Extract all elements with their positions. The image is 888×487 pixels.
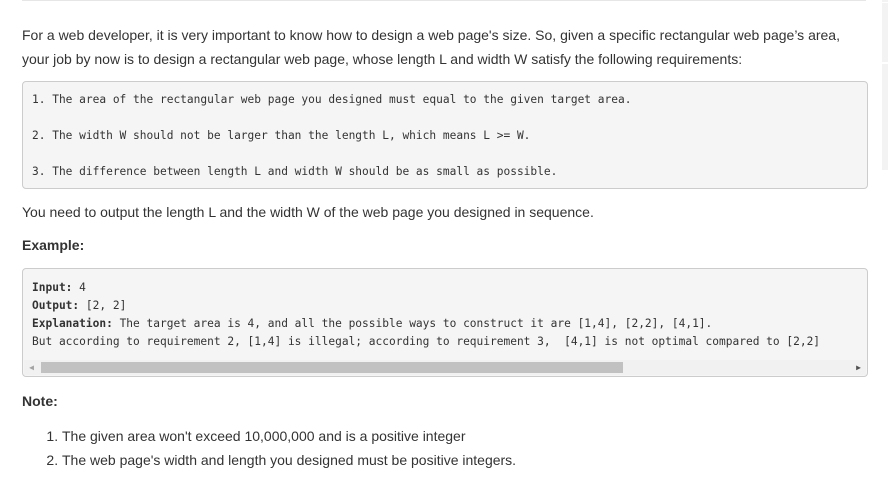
example-output-line: Output: [2, 2] xyxy=(32,297,126,315)
output-instruction: You need to output the length L and the … xyxy=(22,204,594,220)
requirement-2: 2. The width W should not be larger than… xyxy=(32,129,531,142)
requirement-3: 3. The difference between length L and w… xyxy=(32,165,558,178)
note-item: The web page's width and length you desi… xyxy=(62,448,868,472)
intro-line-1: For a web developer, it is very importan… xyxy=(22,27,840,43)
notes-list: The given area won't exceed 10,000,000 a… xyxy=(22,424,868,472)
problem-description: For a web developer, it is very importan… xyxy=(22,23,868,472)
note-heading: Note: xyxy=(22,393,58,409)
requirements-block: 1. The area of the rectangular web page … xyxy=(22,81,868,189)
example-explanation-continued: But according to requirement 2, [1,4] is… xyxy=(32,335,821,348)
requirement-1: 1. The area of the rectangular web page … xyxy=(32,93,632,106)
intro-paragraph: For a web developer, it is very importan… xyxy=(22,23,868,71)
example-explanation-line: Explanation: The target area is 4, and a… xyxy=(32,315,712,333)
horizontal-scrollbar[interactable]: ◀ ▶ xyxy=(24,360,866,375)
right-rail xyxy=(882,0,888,487)
intro-line-2: your job by now is to design a rectangul… xyxy=(22,51,743,67)
output-value: [2, 2] xyxy=(79,299,127,312)
note-item: The given area won't exceed 10,000,000 a… xyxy=(62,424,868,448)
example-code-block[interactable]: Input: 4 Output: [2, 2] Explanation: The t… xyxy=(22,268,868,377)
input-label: Input: xyxy=(32,281,73,294)
scroll-left-arrow-icon[interactable]: ◀ xyxy=(24,360,39,375)
example-heading: Example: xyxy=(22,237,85,253)
example-input-line: Input: 4 xyxy=(32,279,86,297)
input-value: 4 xyxy=(72,281,86,294)
explanation-label: Explanation: xyxy=(32,317,113,330)
rail-segment xyxy=(882,0,888,2)
explanation-value: The target area is 4, and all the possib… xyxy=(112,317,713,330)
output-label: Output: xyxy=(32,299,80,312)
scroll-thumb[interactable] xyxy=(41,362,623,373)
rail-segment xyxy=(882,64,888,170)
rail-segment xyxy=(882,3,888,62)
scroll-right-arrow-icon[interactable]: ▶ xyxy=(851,360,866,375)
top-divider xyxy=(22,0,866,1)
